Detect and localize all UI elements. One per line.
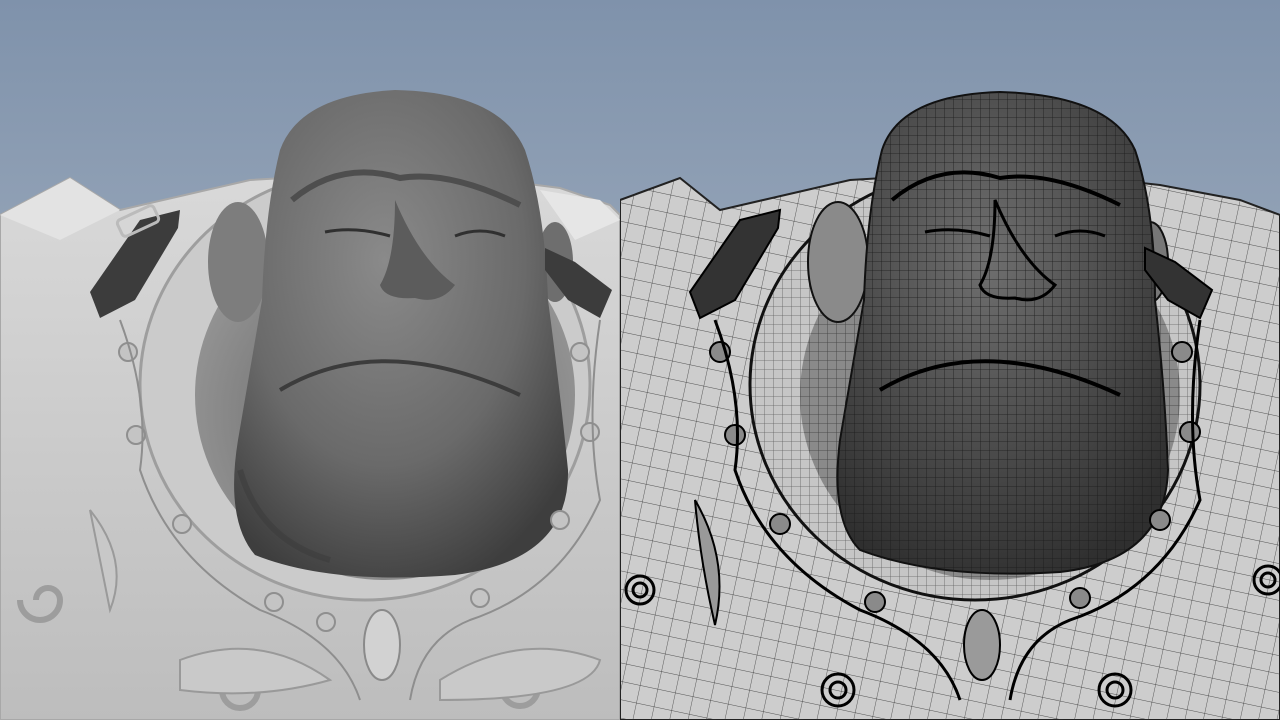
head	[234, 90, 569, 578]
center-gem	[363, 609, 401, 681]
shaded-viewport	[0, 0, 620, 720]
center-gem	[963, 609, 1001, 681]
wireframe-render	[620, 0, 1280, 720]
render-comparison	[0, 0, 1280, 720]
left-ear	[807, 201, 869, 323]
left-ear	[208, 202, 268, 322]
wireframe-viewport	[620, 0, 1280, 720]
shaded-render	[0, 0, 620, 720]
